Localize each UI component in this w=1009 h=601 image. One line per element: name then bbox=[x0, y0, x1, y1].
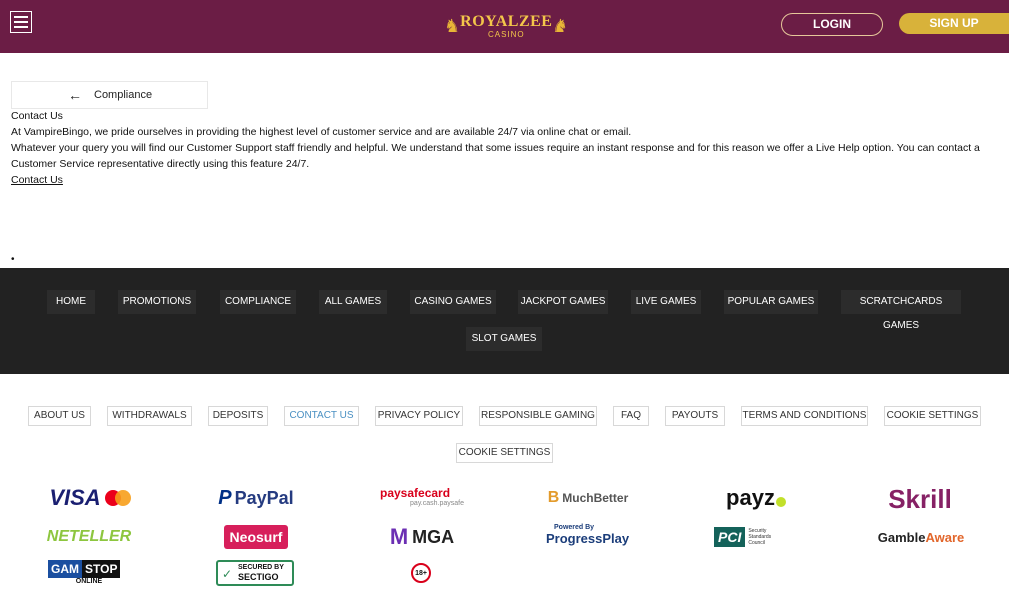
progressplay-text: ProgressPlay bbox=[546, 531, 630, 546]
footer-nav-all-games[interactable]: ALL GAMES bbox=[319, 290, 387, 314]
contact-us-link[interactable]: Contact Us bbox=[11, 174, 63, 186]
site-logo[interactable]: ♞ ROYALZEE CASINO ♞ bbox=[444, 12, 569, 40]
muchbetter-logo: B MuchBetter bbox=[546, 487, 630, 509]
payz-logo: payz bbox=[716, 485, 796, 511]
paypal-logo: P PayPal bbox=[212, 486, 300, 510]
footer-nav-promotions[interactable]: PROMOTIONS bbox=[118, 290, 196, 314]
progressplay-logo: Powered By ProgressPlay bbox=[546, 524, 632, 552]
content-paragraph: At VampireBingo, we pride ourselves in p… bbox=[11, 126, 632, 138]
paysafecard-text: paysafecard bbox=[380, 486, 451, 500]
skrill-logo: Skrill bbox=[882, 484, 958, 514]
logo-brand: ROYALZEE bbox=[460, 12, 553, 30]
paypal-p-icon: P bbox=[218, 486, 232, 509]
sectigo-bottom: SECTIGO bbox=[238, 572, 279, 582]
mastercard-icon bbox=[104, 490, 131, 506]
visa-mastercard-logo: VISA bbox=[46, 485, 134, 510]
footer-link-payouts[interactable]: PAYOUTS bbox=[665, 406, 725, 426]
footer-nav-slot-games[interactable]: SLOT GAMES bbox=[466, 327, 542, 351]
neteller-logo: NETELLER bbox=[46, 526, 132, 548]
back-button[interactable]: ← Compliance bbox=[11, 81, 208, 109]
lion-right-icon: ♞ bbox=[552, 16, 569, 36]
shield-check-icon: ✓ bbox=[222, 567, 233, 581]
mga-m-icon: M bbox=[389, 524, 409, 549]
gamstop-b: STOP bbox=[82, 560, 121, 578]
footer-link-deposits[interactable]: DEPOSITS bbox=[208, 406, 268, 426]
footer-link-withdrawals[interactable]: WITHDRAWALS bbox=[107, 406, 192, 426]
mga-text: MGA bbox=[412, 526, 455, 547]
footer-nav-jackpot-games[interactable]: JACKPOT GAMES bbox=[518, 290, 608, 314]
skrill-text: Skrill bbox=[888, 483, 952, 514]
sectigo-logo: ✓ SECURED BY SECTIGO bbox=[216, 560, 294, 586]
footer-link-contact-us[interactable]: CONTACT US bbox=[284, 406, 359, 426]
payz-text: payz bbox=[726, 485, 775, 510]
site-header: ♞ ROYALZEE CASINO ♞ LOGIN SIGN UP bbox=[0, 0, 1009, 53]
back-label: Compliance bbox=[94, 89, 153, 101]
footer-link-cookie-settings-2[interactable]: COOKIE SETTINGS bbox=[456, 443, 553, 463]
footer-link-cookie-settings[interactable]: COOKIE SETTINGS bbox=[884, 406, 981, 426]
gamstop-sub: ONLINE bbox=[75, 578, 103, 585]
footer-nav-popular-games[interactable]: POPULAR GAMES bbox=[724, 290, 818, 314]
neteller-text: NETELLER bbox=[46, 528, 132, 545]
signup-button[interactable]: SIGN UP bbox=[899, 13, 1009, 34]
aware-text: Aware bbox=[925, 529, 965, 545]
footer-link-terms[interactable]: TERMS AND CONDITIONS bbox=[741, 406, 868, 426]
visa-text: VISA bbox=[49, 485, 101, 510]
pci-text: PCI bbox=[714, 527, 746, 547]
progressplay-sub: Powered By bbox=[554, 524, 595, 531]
neosurf-text: Neosurf bbox=[229, 529, 283, 545]
paypal-text: PayPal bbox=[234, 487, 294, 508]
age-text: 18+ bbox=[415, 569, 427, 577]
bullet: • bbox=[11, 254, 15, 265]
footer-link-privacy-policy[interactable]: PRIVACY POLICY bbox=[375, 406, 463, 426]
footer-links-area: ABOUT US WITHDRAWALS DEPOSITS CONTACT US… bbox=[0, 374, 1009, 601]
logo-sub: CASINO bbox=[487, 29, 525, 39]
mga-logo: M MGA bbox=[384, 524, 460, 550]
payz-dot-icon bbox=[775, 497, 786, 507]
pci-sub: Security Standards Council bbox=[748, 528, 772, 546]
paysafecard-sub: pay.cash.paysafe bbox=[410, 500, 464, 507]
footer-nav-compliance[interactable]: COMPLIANCE bbox=[220, 290, 296, 314]
content-paragraph: Whatever your query you will find our Cu… bbox=[11, 142, 980, 170]
footer-link-responsible-gaming[interactable]: RESPONSIBLE GAMING bbox=[479, 406, 597, 426]
footer-link-faq[interactable]: FAQ bbox=[613, 406, 649, 426]
sectigo-top: SECURED BY bbox=[238, 564, 284, 571]
pci-logo: PCI Security Standards Council bbox=[714, 524, 796, 550]
footer-nav-home[interactable]: HOME bbox=[47, 290, 95, 314]
age-18-icon: 18+ bbox=[411, 563, 431, 583]
login-button[interactable]: LOGIN bbox=[781, 13, 883, 36]
arrow-left-icon: ← bbox=[68, 87, 82, 103]
page-content: Contact Us At VampireBingo, we pride our… bbox=[11, 108, 991, 188]
paysafecard-logo: paysafecard pay.cash.paysafe bbox=[380, 486, 464, 512]
page-title: Contact Us bbox=[11, 110, 63, 122]
muchbetter-b-icon: B bbox=[547, 489, 560, 506]
gamble-text: Gamble bbox=[877, 529, 926, 545]
gamstop-logo: GAM STOP ONLINE bbox=[48, 560, 130, 588]
hamburger-menu-icon[interactable] bbox=[10, 11, 32, 33]
footer-nav: HOME PROMOTIONS COMPLIANCE ALL GAMES CAS… bbox=[0, 268, 1009, 374]
footer-nav-casino-games[interactable]: CASINO GAMES bbox=[410, 290, 496, 314]
gambleaware-logo: Gamble Aware bbox=[878, 526, 964, 548]
footer-link-about-us[interactable]: ABOUT US bbox=[28, 406, 91, 426]
footer-nav-scratchcards-games[interactable]: SCRATCHCARDS GAMES bbox=[841, 290, 961, 331]
neosurf-logo: Neosurf bbox=[224, 525, 288, 549]
gamstop-a: GAM bbox=[48, 560, 82, 578]
footer-nav-live-games[interactable]: LIVE GAMES bbox=[631, 290, 701, 314]
muchbetter-text: MuchBetter bbox=[562, 491, 629, 505]
lion-left-icon: ♞ bbox=[444, 16, 461, 36]
